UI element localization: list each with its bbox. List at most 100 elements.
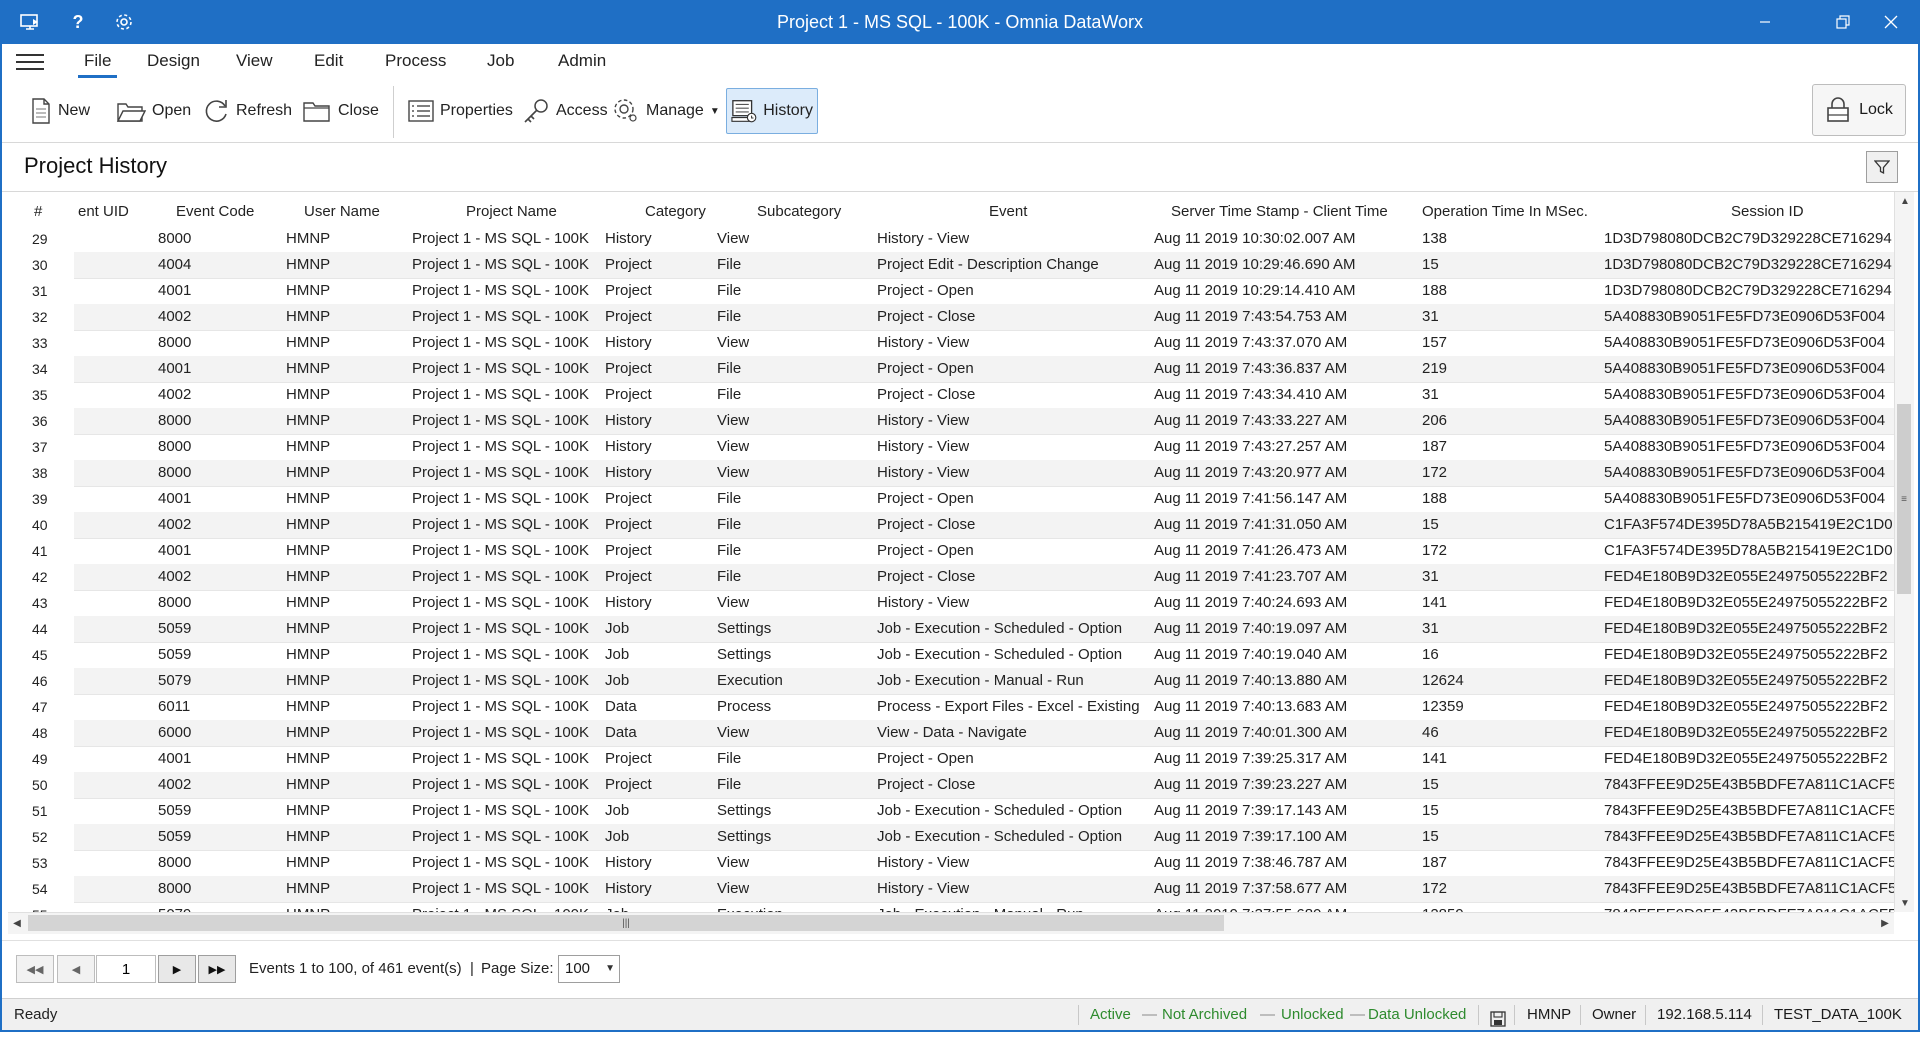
menu-bar: File Design View Edit Process Job Admin (0, 44, 1920, 80)
table-row[interactable]: 47 6011 HMNP Project 1 - MS SQL - 100K Data P… (8, 694, 1894, 721)
first-page-button[interactable]: ◀◀ (16, 955, 54, 983)
cell-event-code: 8000 (158, 334, 192, 351)
table-row[interactable]: 31 4001 HMNP Project 1 - MS SQL - 100K Proje… (8, 278, 1894, 305)
page-title: Project History (24, 153, 168, 178)
next-page-button[interactable]: ▶ (158, 955, 196, 983)
col-header-event[interactable]: Event (989, 192, 1027, 224)
manage-button[interactable]: Manage ▼ (608, 88, 724, 134)
row-number: 49 (8, 746, 74, 772)
row-number: 52 (8, 824, 74, 850)
cell-operation-time: 172 (1422, 880, 1448, 897)
table-row[interactable]: 52 5059 HMNP Project 1 - MS SQL - 100K Job Se… (8, 824, 1894, 851)
new-button[interactable]: New (26, 88, 94, 134)
table-row[interactable]: 32 4002 HMNP Project 1 - MS SQL - 100K Proje… (8, 304, 1894, 331)
menu-file[interactable]: File (78, 44, 118, 78)
col-header-subcategory[interactable]: Subcategory (757, 192, 841, 224)
col-header-project-name[interactable]: Project Name (466, 192, 557, 224)
previous-page-button[interactable]: ◀ (57, 955, 95, 983)
page-size-select[interactable]: 100 ▼ (558, 955, 620, 983)
hamburger-icon[interactable] (14, 50, 46, 74)
table-row[interactable]: 39 4001 HMNP Project 1 - MS SQL - 100K Proje… (8, 486, 1894, 513)
col-header-event-code[interactable]: Event Code (176, 192, 254, 224)
menu-edit[interactable]: Edit (308, 44, 349, 78)
cell-subcategory: View (717, 594, 750, 611)
cell-timestamp: Aug 11 2019 7:41:31.050 AM (1154, 516, 1348, 533)
cell-user-name: HMNP (286, 646, 331, 663)
table-row[interactable]: 48 6000 HMNP Project 1 - MS SQL - 100K Data V… (8, 720, 1894, 747)
save-icon (1490, 1007, 1506, 1027)
table-row[interactable]: 42 4002 HMNP Project 1 - MS SQL - 100K Proje… (8, 564, 1894, 591)
col-header-user-name[interactable]: User Name (304, 192, 380, 224)
table-row[interactable]: 53 8000 HMNP Project 1 - MS SQL - 100K Histo… (8, 850, 1894, 877)
table-row[interactable]: 44 5059 HMNP Project 1 - MS SQL - 100K Job Se… (8, 616, 1894, 643)
vertical-scroll-thumb[interactable]: ≡ (1897, 404, 1911, 594)
restore-icon[interactable] (1818, 0, 1868, 44)
col-header-event-uid[interactable]: ent UID (78, 192, 129, 224)
cell-timestamp: Aug 11 2019 7:40:24.693 AM (1154, 594, 1348, 611)
page-summary: Events 1 to 100, of 461 event(s) (249, 960, 462, 977)
table-row[interactable]: 36 8000 HMNP Project 1 - MS SQL - 100K Histo… (8, 408, 1894, 435)
history-button[interactable]: History (726, 88, 818, 134)
row-number: 36 (8, 408, 74, 434)
cell-timestamp: Aug 11 2019 10:29:14.410 AM (1154, 282, 1356, 299)
table-row[interactable]: 40 4002 HMNP Project 1 - MS SQL - 100K Proje… (8, 512, 1894, 539)
refresh-icon (205, 100, 227, 122)
menu-admin[interactable]: Admin (552, 44, 612, 78)
table-row[interactable]: 38 8000 HMNP Project 1 - MS SQL - 100K Histo… (8, 460, 1894, 487)
table-row[interactable]: 55 5079 HMNP Project 1 - MS SQL - 100K Job Ex… (8, 902, 1894, 912)
table-row[interactable]: 50 4002 HMNP Project 1 - MS SQL - 100K Proje… (8, 772, 1894, 799)
cell-event-code: 4002 (158, 308, 192, 325)
col-header-timestamp[interactable]: Server Time Stamp - Client Time (1171, 192, 1388, 224)
lock-button[interactable]: Lock (1812, 84, 1906, 136)
cell-event: Process - Export Files - Excel - Existin… (877, 698, 1140, 715)
menu-job[interactable]: Job (481, 44, 520, 78)
table-row[interactable]: 29 8000 HMNP Project 1 - MS SQL - 100K Histo… (8, 226, 1894, 253)
table-row[interactable]: 43 8000 HMNP Project 1 - MS SQL - 100K Histo… (8, 590, 1894, 617)
cell-project-name: Project 1 - MS SQL - 100K (412, 802, 590, 819)
scroll-down-icon[interactable]: ▼ (1895, 894, 1915, 912)
cell-user-name: HMNP (286, 282, 331, 299)
menu-process[interactable]: Process (379, 44, 452, 78)
manage-label: Manage (646, 102, 704, 119)
horizontal-scroll-thumb[interactable]: ||| (28, 915, 1224, 931)
table-row[interactable]: 30 4004 HMNP Project 1 - MS SQL - 100K Proje… (8, 252, 1894, 279)
cell-operation-time: 12359 (1422, 698, 1464, 715)
col-header-category[interactable]: Category (645, 192, 706, 224)
menu-design[interactable]: Design (141, 44, 206, 78)
vertical-scrollbar[interactable]: ▲ ≡ ▼ (1894, 192, 1914, 912)
cell-category: Job (605, 902, 629, 912)
cell-timestamp: Aug 11 2019 7:43:20.977 AM (1154, 464, 1348, 481)
table-row[interactable]: 41 4001 HMNP Project 1 - MS SQL - 100K Proje… (8, 538, 1894, 565)
cell-category: Job (605, 802, 630, 819)
cell-project-name: Project 1 - MS SQL - 100K (412, 568, 590, 585)
properties-button[interactable]: Properties (404, 88, 517, 134)
scroll-right-icon[interactable]: ▶ (1876, 913, 1894, 933)
horizontal-scrollbar[interactable]: ◀ ||| ▶ (8, 912, 1894, 934)
scroll-up-icon[interactable]: ▲ (1895, 192, 1915, 210)
refresh-button[interactable]: Refresh (200, 88, 296, 134)
scroll-left-icon[interactable]: ◀ (8, 913, 26, 933)
col-header-session-id[interactable]: Session ID (1731, 192, 1804, 224)
table-row[interactable]: 35 4002 HMNP Project 1 - MS SQL - 100K Proje… (8, 382, 1894, 409)
minimize-icon[interactable] (1740, 0, 1790, 44)
table-row[interactable]: 33 8000 HMNP Project 1 - MS SQL - 100K Histo… (8, 330, 1894, 357)
access-button[interactable]: Access (518, 88, 612, 134)
menu-view[interactable]: View (230, 44, 279, 78)
table-row[interactable]: 51 5059 HMNP Project 1 - MS SQL - 100K Job Se… (8, 798, 1894, 825)
status-user: HMNP (1527, 1006, 1572, 1023)
close-button[interactable]: Close (298, 88, 383, 134)
table-row[interactable]: 54 8000 HMNP Project 1 - MS SQL - 100K Histo… (8, 876, 1894, 903)
last-page-button[interactable]: ▶▶ (198, 955, 236, 983)
cell-project-name: Project 1 - MS SQL - 100K (412, 646, 590, 663)
manage-gear-icon (614, 99, 637, 122)
table-row[interactable]: 49 4001 HMNP Project 1 - MS SQL - 100K Proje… (8, 746, 1894, 773)
col-header-operation-time[interactable]: Operation Time In MSec. (1422, 192, 1588, 224)
table-row[interactable]: 34 4001 HMNP Project 1 - MS SQL - 100K Proje… (8, 356, 1894, 383)
filter-button[interactable] (1866, 151, 1898, 183)
table-row[interactable]: 45 5059 HMNP Project 1 - MS SQL - 100K Job Se… (8, 642, 1894, 669)
open-button[interactable]: Open (112, 88, 195, 134)
table-row[interactable]: 37 8000 HMNP Project 1 - MS SQL - 100K Histo… (8, 434, 1894, 461)
close-icon[interactable] (1866, 0, 1916, 44)
table-row[interactable]: 46 5079 HMNP Project 1 - MS SQL - 100K Job Ex… (8, 668, 1894, 695)
page-number-input[interactable] (96, 955, 156, 983)
